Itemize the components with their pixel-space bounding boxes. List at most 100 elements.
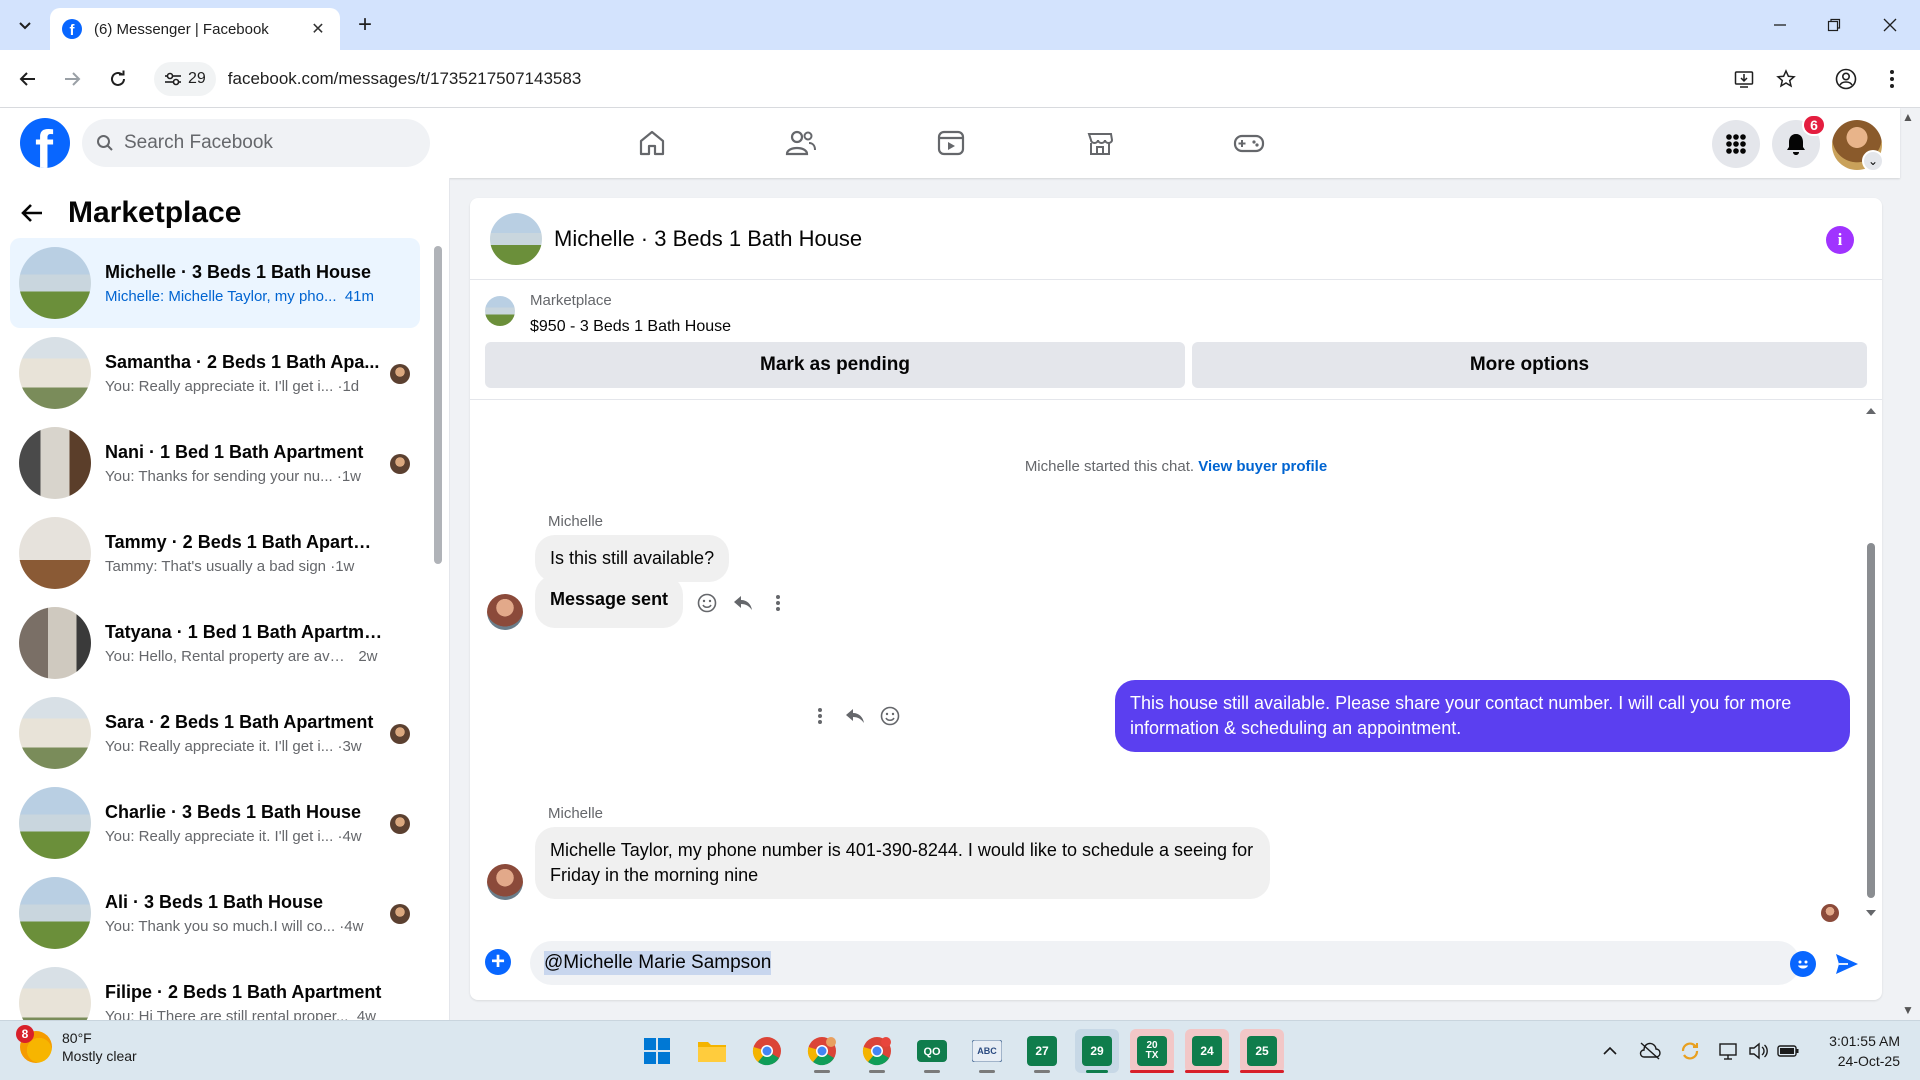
list-item[interactable]: Charlie · 3 Beds 1 Bath House You: Reall…: [10, 778, 420, 868]
cloud-sync-button[interactable]: [1638, 1039, 1662, 1063]
avatar[interactable]: [487, 864, 523, 900]
temperature: 80°F: [62, 1030, 92, 1046]
listing-thumbnail[interactable]: [485, 296, 515, 326]
message-bubble-incoming[interactable]: Michelle Taylor, my phone number is 401-…: [535, 827, 1270, 899]
list-item[interactable]: Sara · 2 Beds 1 Bath Apartment You: Real…: [10, 688, 420, 778]
browser-menu-button[interactable]: [1876, 63, 1908, 95]
forward-button[interactable]: [56, 63, 88, 95]
new-tab-button[interactable]: +: [350, 10, 380, 40]
listing-title[interactable]: $950 - 3 Beds 1 Bath House: [530, 318, 731, 336]
nav-marketplace[interactable]: [1045, 116, 1155, 170]
sheet-app-27-button[interactable]: 27: [1020, 1029, 1064, 1073]
scroll-down-icon[interactable]: [1865, 908, 1877, 918]
chat-scroll-thumb[interactable]: [1867, 543, 1875, 898]
list-item[interactable]: Michelle · 3 Beds 1 Bath House Michelle:…: [10, 238, 420, 328]
volume-button[interactable]: [1746, 1039, 1770, 1063]
show-hidden-icons-button[interactable]: [1598, 1039, 1622, 1063]
restore-button[interactable]: [1806, 0, 1862, 50]
sheet-app-24-button[interactable]: 24: [1185, 1029, 1229, 1073]
more-options-button[interactable]: More options: [1192, 342, 1867, 388]
react-button[interactable]: [875, 701, 905, 731]
message-bubble-outgoing[interactable]: This house still available. Please share…: [1115, 680, 1850, 752]
site-info-button[interactable]: 29: [154, 62, 216, 96]
tab-search-button[interactable]: [10, 10, 40, 40]
list-item[interactable]: Tammy · 2 Beds 1 Bath Apartment Tammy: T…: [10, 508, 420, 598]
friends-icon: [785, 130, 816, 156]
running-indicator: [1034, 1070, 1050, 1073]
network-button[interactable]: [1716, 1039, 1740, 1063]
facebook-logo-icon[interactable]: f: [20, 118, 70, 168]
battery-icon: [1777, 1045, 1799, 1057]
url-text[interactable]: facebook.com/messages/t/1735217507143583: [228, 69, 581, 89]
sheet-app-29-button[interactable]: 29: [1075, 1029, 1119, 1073]
emoji-button[interactable]: [1790, 951, 1816, 977]
chat-title[interactable]: Michelle · 3 Beds 1 Bath House: [554, 226, 862, 252]
avatar[interactable]: [487, 594, 523, 630]
browser-tab-active[interactable]: f (6) Messenger | Facebook ✕: [50, 8, 340, 50]
close-window-button[interactable]: [1862, 0, 1918, 50]
chevron-down-icon[interactable]: ⌄: [1862, 150, 1884, 172]
abc-app-button[interactable]: ABC: [965, 1029, 1009, 1073]
back-arrow-icon[interactable]: [20, 202, 44, 224]
message-input-text[interactable]: @Michelle Marie Sampson: [544, 951, 772, 975]
chrome-profile-2-button[interactable]: [800, 1029, 844, 1073]
more-vertical-icon: [1890, 70, 1894, 88]
nav-friends[interactable]: [746, 116, 856, 170]
sidebar-scroll-thumb[interactable]: [434, 246, 442, 564]
file-explorer-button[interactable]: [690, 1029, 734, 1073]
tab-close-icon[interactable]: ✕: [308, 19, 328, 39]
battery-button[interactable]: [1776, 1039, 1800, 1063]
reload-button[interactable]: [102, 63, 134, 95]
back-button[interactable]: [12, 63, 44, 95]
system-clock[interactable]: 3:01:55 AM 24-Oct-25: [1820, 1031, 1900, 1071]
list-item[interactable]: Tatyana · 1 Bed 1 Bath Apartment You: He…: [10, 598, 420, 688]
info-icon[interactable]: i: [1826, 226, 1854, 254]
menu-button[interactable]: [1712, 120, 1760, 168]
page-scroll-down-icon[interactable]: ▼: [1902, 1003, 1914, 1017]
browser-tab-bar: f (6) Messenger | Facebook ✕ +: [0, 0, 1920, 50]
address-bar[interactable]: 29 facebook.com/messages/t/1735217507143…: [150, 58, 1805, 100]
home-icon: [639, 130, 665, 156]
mark-as-pending-button[interactable]: Mark as pending: [485, 342, 1185, 388]
scroll-up-icon[interactable]: [1865, 406, 1877, 416]
list-item[interactable]: Nani · 1 Bed 1 Bath Apartment You: Thank…: [10, 418, 420, 508]
avatar[interactable]: [490, 212, 542, 265]
nav-gaming[interactable]: [1194, 116, 1304, 170]
chrome-profile-3-button[interactable]: [855, 1029, 899, 1073]
sheet-app-25-button[interactable]: 25: [1240, 1029, 1284, 1073]
list-item[interactable]: Ali · 3 Beds 1 Bath House You: Thank you…: [10, 868, 420, 958]
arrow-right-icon: [65, 72, 81, 86]
message-bubble-incoming[interactable]: Message sent: [535, 575, 684, 628]
view-buyer-profile-link[interactable]: View buyer profile: [1198, 458, 1327, 475]
page-scroll-up-icon[interactable]: ▲: [1902, 110, 1914, 124]
site-info-count: 29: [188, 70, 206, 87]
facebook-search[interactable]: [82, 119, 430, 167]
list-item[interactable]: Samantha · 2 Beds 1 Bath Apa... You: Rea…: [10, 328, 420, 418]
sync-app-button[interactable]: [1678, 1039, 1702, 1063]
sidebar-title: Marketplace: [68, 196, 242, 229]
reply-button[interactable]: [728, 588, 758, 618]
install-app-button[interactable]: [1728, 63, 1760, 95]
message-more-button[interactable]: [805, 701, 835, 731]
alert-indicator: [1130, 1070, 1174, 1073]
qo-app-button[interactable]: QO: [910, 1029, 954, 1073]
weather-widget[interactable]: 8 80°F Mostly clear: [16, 1025, 137, 1065]
reply-button[interactable]: [840, 701, 870, 731]
start-button[interactable]: [635, 1029, 679, 1073]
bookmark-button[interactable]: [1770, 63, 1802, 95]
plus-icon[interactable]: +: [485, 949, 511, 975]
message-input[interactable]: @Michelle Marie Sampson: [530, 941, 1800, 985]
sheet-app-20tx-button[interactable]: 20 TX: [1130, 1029, 1174, 1073]
react-button[interactable]: [692, 588, 722, 618]
nav-home[interactable]: [597, 116, 707, 170]
send-button[interactable]: [1832, 949, 1862, 979]
list-item[interactable]: Filipe · 2 Beds 1 Bath Apartment You: Hi…: [10, 958, 420, 1020]
message-more-button[interactable]: [763, 588, 793, 618]
more-vertical-icon: [818, 708, 822, 724]
profile-button[interactable]: [1830, 63, 1862, 95]
chrome-button[interactable]: [745, 1029, 789, 1073]
nav-video[interactable]: [896, 116, 1006, 170]
video-icon: [937, 130, 965, 156]
minimize-button[interactable]: [1752, 0, 1808, 50]
search-input[interactable]: [124, 132, 404, 154]
